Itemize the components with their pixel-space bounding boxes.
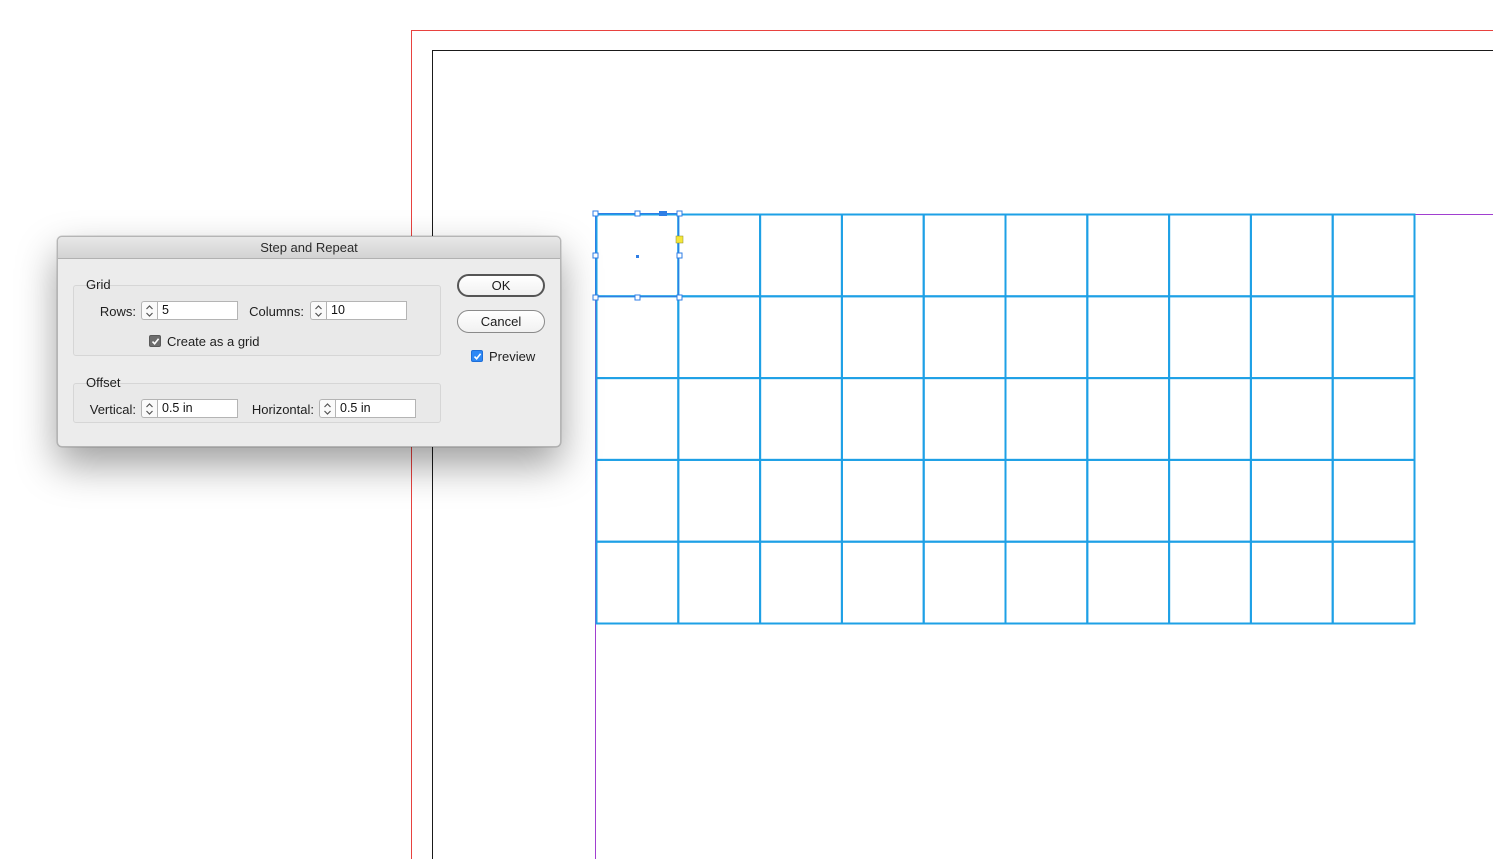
checkmark-icon <box>151 338 160 346</box>
columns-label: Columns: <box>249 304 304 319</box>
grid-frame-cell[interactable] <box>595 295 680 380</box>
grid-frame-cell[interactable] <box>840 213 925 298</box>
grid-frame-cell[interactable] <box>1086 540 1171 625</box>
corner-options-handle[interactable] <box>675 235 684 244</box>
grid-frame-cell[interactable] <box>759 295 843 380</box>
grid-frame-cell[interactable] <box>1249 377 1334 461</box>
grid-frame-cell[interactable] <box>1249 458 1334 543</box>
cancel-button[interactable]: Cancel <box>457 310 545 333</box>
grid-frame-cell[interactable] <box>677 213 762 298</box>
grid-frame-cell[interactable] <box>1331 458 1416 543</box>
grid-frame-cell[interactable] <box>759 458 843 543</box>
grid-frame-cell[interactable] <box>1168 458 1252 543</box>
content-grabber-handle[interactable] <box>659 211 667 216</box>
preview-checkbox[interactable] <box>471 350 483 362</box>
grid-frame-cell[interactable] <box>1086 458 1171 543</box>
stepper-arrows-icon <box>315 305 322 317</box>
grid-frame-cell[interactable] <box>840 540 925 625</box>
grid-frame-cell[interactable] <box>1004 540 1089 625</box>
grid-group-title: Grid <box>86 277 111 292</box>
grid-frame-cell[interactable] <box>1004 295 1089 380</box>
handle-top-left[interactable] <box>592 210 599 217</box>
handle-bottom-middle[interactable] <box>634 294 641 301</box>
stepper-arrows-icon <box>146 403 153 415</box>
handle-middle-left[interactable] <box>592 252 599 259</box>
horizontal-stepper[interactable] <box>319 399 335 418</box>
grid-frame-cell[interactable] <box>1249 213 1334 298</box>
grid-frame-cell[interactable] <box>922 540 1007 625</box>
ok-button[interactable]: OK <box>457 274 545 297</box>
create-as-grid-checkbox[interactable] <box>149 335 161 347</box>
grid-frame-cell[interactable] <box>759 540 843 625</box>
handle-top-right[interactable] <box>676 210 683 217</box>
grid-frame-cell[interactable] <box>840 377 925 461</box>
grid-frame-cell[interactable] <box>922 213 1007 298</box>
step-and-repeat-dialog: Step and Repeat Grid Rows: 5 Columns: 10… <box>57 236 561 447</box>
rows-input[interactable]: 5 <box>157 301 238 320</box>
grid-frame-cell[interactable] <box>840 458 925 543</box>
horizontal-offset-input[interactable]: 0.5 in <box>335 399 416 418</box>
repeated-frames-grid[interactable] <box>595 213 1416 625</box>
grid-frame-cell[interactable] <box>1004 377 1089 461</box>
grid-frame-cell[interactable] <box>677 458 762 543</box>
grid-frame-cell[interactable] <box>1004 213 1089 298</box>
handle-top-middle[interactable] <box>634 210 641 217</box>
columns-input[interactable]: 10 <box>326 301 407 320</box>
vertical-label: Vertical: <box>89 402 136 417</box>
grid-frame-cell[interactable] <box>1004 458 1089 543</box>
handle-middle-right[interactable] <box>676 252 683 259</box>
vertical-offset-input[interactable]: 0.5 in <box>157 399 238 418</box>
grid-frame-cell[interactable] <box>677 540 762 625</box>
offset-group-title: Offset <box>86 375 121 390</box>
selection-handles[interactable] <box>592 210 684 301</box>
grid-frame-cell[interactable] <box>595 377 680 461</box>
columns-stepper[interactable] <box>310 301 326 320</box>
grid-frame-cell[interactable] <box>595 540 680 625</box>
stepper-arrows-icon <box>324 403 331 415</box>
grid-frame-cell[interactable] <box>1168 540 1252 625</box>
grid-frame-cell[interactable] <box>1331 295 1416 380</box>
grid-frame-cell[interactable] <box>1086 213 1171 298</box>
grid-frame-cell[interactable] <box>759 213 843 298</box>
grid-frame-cell[interactable] <box>1086 295 1171 380</box>
grid-frame-cell[interactable] <box>1331 540 1416 625</box>
grid-frame-cell[interactable] <box>1086 377 1171 461</box>
grid-frame-cell[interactable] <box>1249 295 1334 380</box>
rows-label: Rows: <box>99 304 136 319</box>
grid-frame-cell[interactable] <box>595 458 680 543</box>
frame-center-point <box>636 255 639 258</box>
grid-frame-cell[interactable] <box>677 377 762 461</box>
grid-frame-cell[interactable] <box>922 377 1007 461</box>
grid-frame-cell[interactable] <box>1249 540 1334 625</box>
grid-frame-cell[interactable] <box>840 295 925 380</box>
grid-frame-cell[interactable] <box>1331 377 1416 461</box>
handle-bottom-left[interactable] <box>592 294 599 301</box>
grid-frame-cell[interactable] <box>1331 213 1416 298</box>
create-as-grid-label[interactable]: Create as a grid <box>167 334 260 349</box>
dialog-title[interactable]: Step and Repeat <box>58 237 560 259</box>
grid-frame-cell[interactable] <box>1168 295 1252 380</box>
grid-frame-cell[interactable] <box>922 458 1007 543</box>
preview-label[interactable]: Preview <box>489 349 535 364</box>
handle-bottom-right[interactable] <box>676 294 683 301</box>
grid-frame-cell[interactable] <box>677 295 762 380</box>
grid-frame-cell[interactable] <box>922 295 1007 380</box>
checkmark-icon <box>473 353 482 361</box>
horizontal-label: Horizontal: <box>251 402 314 417</box>
rows-stepper[interactable] <box>141 301 157 320</box>
grid-frame-cell[interactable] <box>759 377 843 461</box>
grid-frame-cell[interactable] <box>1168 213 1252 298</box>
vertical-stepper[interactable] <box>141 399 157 418</box>
stepper-arrows-icon <box>146 305 153 317</box>
grid-frame-cell[interactable] <box>1168 377 1252 461</box>
